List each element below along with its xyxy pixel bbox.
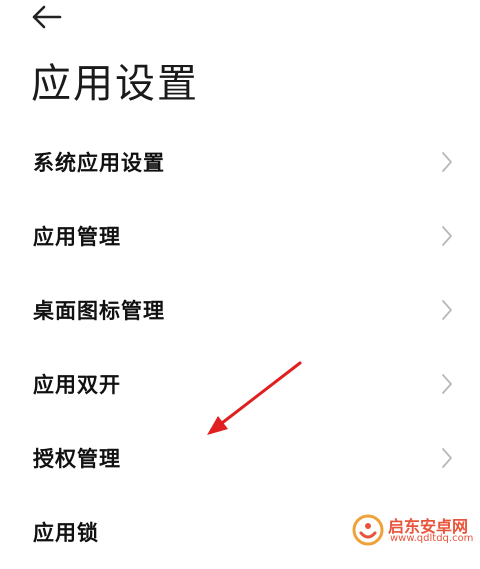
chevron-right-icon: [440, 299, 454, 321]
chevron-right-icon: [440, 373, 454, 395]
menu-item-system-app-settings[interactable]: 系统应用设置: [0, 125, 480, 199]
top-bar: [0, 0, 480, 40]
watermark-url: www.qdltdq.com: [390, 533, 474, 544]
menu-item-label: 桌面图标管理: [33, 299, 165, 323]
chevron-right-icon: [440, 151, 454, 173]
chevron-right-icon: [440, 447, 454, 469]
settings-menu: 系统应用设置 应用管理 桌面图标管理 应用双开 授权管理 应用锁: [0, 125, 480, 569]
menu-item-dual-apps[interactable]: 应用双开: [0, 347, 480, 421]
menu-item-label: 应用锁: [33, 521, 99, 545]
back-button[interactable]: [30, 2, 66, 32]
menu-item-label: 应用双开: [33, 373, 121, 397]
arrow-left-icon: [32, 5, 62, 29]
menu-item-authorization-management[interactable]: 授权管理: [0, 421, 480, 495]
watermark: 启东安卓网 www.qdltdq.com: [350, 512, 475, 548]
menu-item-app-management[interactable]: 应用管理: [0, 199, 480, 273]
chevron-right-icon: [440, 225, 454, 247]
page-title: 应用设置: [31, 61, 199, 107]
watermark-logo-icon: [352, 514, 384, 546]
menu-item-label: 应用管理: [33, 225, 121, 249]
menu-item-desktop-icon-management[interactable]: 桌面图标管理: [0, 273, 480, 347]
menu-item-label: 系统应用设置: [33, 151, 165, 175]
menu-item-label: 授权管理: [33, 447, 121, 471]
